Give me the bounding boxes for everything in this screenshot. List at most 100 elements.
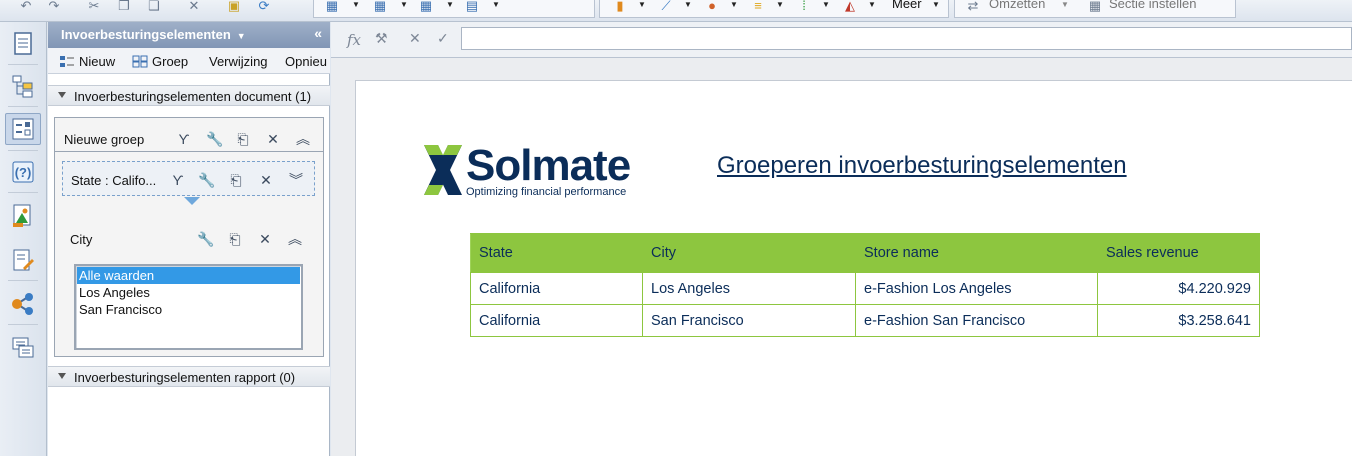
collapse-panel-icon[interactable]: «: [314, 25, 322, 41]
group-icon: [132, 55, 148, 68]
cancel-formula-icon[interactable]: ✕: [409, 31, 421, 47]
refresh-icon[interactable]: ⟳: [256, 0, 272, 12]
chevron-down-icon[interactable]: ▼: [1061, 0, 1069, 9]
map-chart-icon[interactable]: ◭: [842, 0, 858, 12]
table-cell[interactable]: $3.258.641: [1097, 304, 1260, 337]
column-header[interactable]: Sales revenue: [1097, 233, 1260, 273]
collapse-up-icon[interactable]: ︽: [287, 232, 303, 246]
edit-button[interactable]: [5, 244, 41, 276]
format-painter-icon[interactable]: ▣: [226, 0, 242, 12]
redo-icon[interactable]: ↷: [46, 0, 62, 12]
new-control-button[interactable]: Nieuw: [59, 54, 115, 69]
section-icon[interactable]: ▦: [1087, 0, 1103, 12]
delete-icon[interactable]: ✕: [186, 0, 202, 12]
edit-wrench-icon[interactable]: 🔧: [197, 232, 214, 246]
more-charts-button[interactable]: Meer: [892, 0, 922, 11]
close-icon[interactable]: ✕: [265, 132, 281, 146]
vertical-table-icon[interactable]: ▦: [324, 0, 340, 12]
expand-down-icon[interactable]: ︾: [288, 173, 304, 187]
table-row: California Los Angeles e-Fashion Los Ang…: [470, 272, 1260, 305]
variable-icon[interactable]: ⚒: [375, 31, 388, 47]
cut-icon[interactable]: ✂: [86, 0, 102, 12]
chevron-down-icon[interactable]: ▼: [730, 0, 738, 9]
links-button[interactable]: [5, 288, 41, 320]
chevron-down-icon[interactable]: ▼: [492, 0, 500, 9]
line-chart-icon[interactable]: ⟋: [658, 0, 674, 12]
table-cell[interactable]: California: [470, 304, 643, 337]
convert-button[interactable]: Omzetten: [989, 0, 1045, 11]
divider: [8, 150, 38, 151]
formula-bar: fx ⚒ ✕ ✓: [331, 22, 1352, 58]
table-cell[interactable]: $4.220.929: [1097, 272, 1260, 305]
reference-button[interactable]: Verwijzing: [209, 54, 268, 69]
formula-editor-icon[interactable]: fx: [347, 31, 361, 49]
data-button[interactable]: (?): [5, 156, 41, 188]
state-control[interactable]: State : Califo... Ƴ 🔧 ⎗ ✕ ︾: [62, 161, 315, 196]
bar-horizontal-icon[interactable]: ≡: [750, 0, 766, 12]
new-label: Nieuw: [79, 54, 116, 69]
validate-formula-icon[interactable]: ✓: [437, 31, 449, 47]
horizontal-table-icon[interactable]: ▦: [372, 0, 388, 12]
reset-button[interactable]: Opnieu: [285, 54, 327, 69]
chevron-down-icon[interactable]: ▼: [868, 0, 876, 9]
column-header[interactable]: City: [642, 233, 856, 273]
new-control-icon: [60, 56, 74, 67]
copy-icon[interactable]: ❐: [116, 0, 132, 12]
convert-icon[interactable]: ⇄: [965, 0, 981, 12]
undo-icon[interactable]: ↶: [18, 0, 34, 12]
move-to-icon[interactable]: ⎗: [235, 132, 251, 146]
move-to-icon[interactable]: ⎗: [227, 232, 243, 246]
chevron-down-icon[interactable]: ▼: [932, 0, 940, 9]
table-cell[interactable]: Los Angeles: [642, 272, 856, 305]
divider: [8, 64, 38, 65]
table-cell[interactable]: California: [470, 272, 643, 305]
set-section-button[interactable]: Sectie instellen: [1109, 0, 1196, 11]
report-map-button[interactable]: [5, 70, 41, 102]
chevron-down-icon[interactable]: ▼: [400, 0, 408, 9]
comments-button[interactable]: [5, 332, 41, 364]
chevron-down-icon[interactable]: ▼: [446, 0, 454, 9]
list-item[interactable]: Alle waarden: [77, 267, 300, 284]
filter-remove-icon[interactable]: Ƴ: [176, 132, 192, 146]
list-item[interactable]: Los Angeles: [77, 284, 300, 301]
bar-chart-icon[interactable]: ▮: [612, 0, 628, 12]
filter-remove-icon[interactable]: Ƴ: [170, 173, 186, 187]
table-cell[interactable]: e-Fashion Los Angeles: [855, 272, 1098, 305]
city-listbox[interactable]: Alle waarden Los Angeles San Francisco: [74, 264, 303, 350]
sales-table[interactable]: State City Store name Sales revenue Cali…: [470, 233, 1260, 337]
collapse-up-icon[interactable]: ︽: [295, 132, 311, 146]
column-header[interactable]: State: [470, 233, 643, 273]
close-icon[interactable]: ✕: [258, 173, 274, 187]
paste-icon[interactable]: ❑: [146, 0, 162, 12]
pie-chart-icon[interactable]: ●: [704, 0, 720, 12]
edit-wrench-icon[interactable]: 🔧: [198, 173, 215, 187]
left-side-bar: (?): [0, 22, 47, 456]
document-summary-button[interactable]: [5, 28, 41, 60]
table-cell[interactable]: e-Fashion San Francisco: [855, 304, 1098, 337]
group-button[interactable]: Groep: [132, 54, 188, 69]
form-icon[interactable]: ▤: [464, 0, 480, 12]
web-service-button[interactable]: [5, 200, 41, 232]
formula-input[interactable]: [461, 27, 1352, 50]
crosstab-icon[interactable]: ▦: [418, 0, 434, 12]
chevron-down-icon[interactable]: ▼: [237, 31, 246, 41]
scatter-chart-icon[interactable]: ⁞: [796, 0, 812, 12]
chevron-down-icon[interactable]: ▼: [352, 0, 360, 9]
column-header[interactable]: Store name: [855, 233, 1098, 273]
city-control-label: City: [70, 232, 93, 247]
report-title[interactable]: Groeperen invoerbesturingselementen: [717, 152, 1127, 180]
panel-header: Invoerbesturingselementen ▼ «: [48, 22, 330, 48]
document-controls-section[interactable]: Invoerbesturingselementen document (1): [48, 85, 330, 106]
chevron-down-icon[interactable]: ▼: [776, 0, 784, 9]
table-cell[interactable]: San Francisco: [642, 304, 856, 337]
list-item[interactable]: San Francisco: [77, 301, 300, 318]
input-controls-button[interactable]: [5, 113, 41, 145]
chevron-down-icon[interactable]: ▼: [684, 0, 692, 9]
edit-document-icon: [13, 249, 34, 271]
edit-wrench-icon[interactable]: 🔧: [206, 132, 223, 146]
chevron-down-icon[interactable]: ▼: [822, 0, 830, 9]
close-icon[interactable]: ✕: [257, 232, 273, 246]
report-controls-section[interactable]: Invoerbesturingselementen rapport (0): [48, 366, 330, 387]
chevron-down-icon[interactable]: ▼: [638, 0, 646, 9]
move-to-icon[interactable]: ⎗: [228, 173, 244, 187]
